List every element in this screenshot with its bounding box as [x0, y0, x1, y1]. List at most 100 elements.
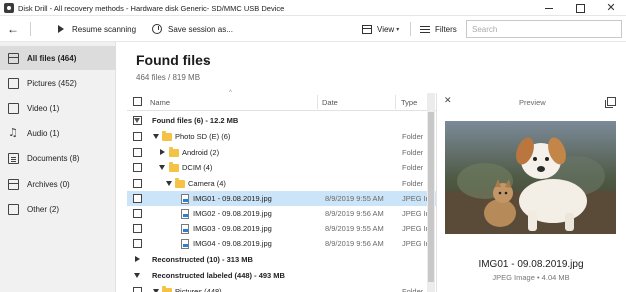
- close-window-button[interactable]: ✕: [600, 0, 622, 16]
- table-row[interactable]: IMG02 - 09.08.2019.jpg 8/9/2019 9:56 AM …: [127, 206, 436, 221]
- window-title: Disk Drill - All recovery methods - Hard…: [18, 4, 285, 13]
- table-row[interactable]: Pictures (448) Folder: [127, 284, 436, 292]
- picture-icon: [8, 77, 19, 89]
- row-name: DCIM (4): [182, 163, 213, 172]
- row-name: Camera (4): [188, 179, 226, 188]
- expand-caret-icon[interactable]: [135, 256, 140, 262]
- save-session-button[interactable]: Save session as...: [152, 16, 233, 42]
- row-checkbox[interactable]: [133, 287, 142, 292]
- row-checkbox[interactable]: [133, 163, 142, 172]
- sidebar-item-all-files[interactable]: All files (464): [0, 46, 116, 70]
- audio-icon: [8, 126, 19, 139]
- table-row[interactable]: Camera (4) Folder: [127, 176, 436, 191]
- table-row[interactable]: DCIM (4) Folder: [127, 160, 436, 175]
- toolbar-divider: [30, 22, 31, 36]
- save-session-label: Save session as...: [168, 24, 233, 34]
- row-checkbox[interactable]: [133, 239, 142, 248]
- row-type: Folder: [402, 287, 424, 292]
- row-checkbox[interactable]: [133, 224, 142, 233]
- filters-button[interactable]: Filters: [420, 16, 457, 42]
- folder-icon: [162, 131, 172, 141]
- all-files-icon: [8, 52, 19, 64]
- disk-drill-logo-icon: [4, 3, 14, 13]
- collapse-caret-icon[interactable]: [134, 273, 140, 278]
- preview-file-meta: JPEG Image • 4.04 MB: [492, 273, 570, 282]
- preview-file-name: IMG01 - 09.08.2019.jpg: [478, 259, 584, 270]
- row-checkbox[interactable]: [133, 179, 142, 188]
- row-type: JPEG Ir: [402, 209, 429, 218]
- row-name: Photo SD (E) (6): [175, 132, 231, 141]
- row-type: Folder: [402, 148, 424, 157]
- table-row[interactable]: Photo SD (E) (6) Folder: [127, 129, 436, 144]
- sidebar-item-video[interactable]: Video (1): [0, 96, 116, 120]
- table-row[interactable]: Android (2) Folder: [127, 145, 436, 160]
- sidebar-item-documents[interactable]: Documents (8): [0, 146, 116, 170]
- title-chevron-down-icon[interactable]: ⌄: [203, 56, 210, 65]
- row-date: 8/9/2019 9:55 AM: [325, 194, 384, 203]
- row-name: Android (2): [182, 148, 220, 157]
- search-box[interactable]: [466, 20, 622, 38]
- back-button[interactable]: ←: [7, 16, 19, 42]
- row-checkbox[interactable]: [133, 132, 142, 141]
- row-type: JPEG Ir: [402, 194, 429, 203]
- collapse-caret-icon[interactable]: [166, 181, 172, 186]
- other-icon: [8, 203, 19, 215]
- resume-scanning-label: Resume scanning: [72, 24, 137, 34]
- column-header-type[interactable]: Type: [401, 93, 417, 111]
- row-name: IMG03 - 09.08.2019.jpg: [193, 224, 272, 233]
- sidebar-item-pictures[interactable]: Pictures (452): [0, 71, 116, 95]
- row-type: Folder: [402, 163, 424, 172]
- row-name: IMG01 - 09.08.2019.jpg: [193, 194, 272, 203]
- table-row[interactable]: IMG03 - 09.08.2019.jpg 8/9/2019 9:55 AM …: [127, 221, 436, 236]
- column-header-name[interactable]: Name: [150, 93, 170, 111]
- row-date: 8/9/2019 9:56 AM: [325, 239, 384, 248]
- play-icon: [58, 25, 64, 33]
- table-row[interactable]: IMG04 - 09.08.2019.jpg 8/9/2019 9:56 AM …: [127, 236, 436, 251]
- toolbar-divider: [410, 22, 411, 36]
- sidebar-item-label: Video (1): [27, 103, 60, 113]
- sidebar-item-audio[interactable]: Audio (1): [0, 121, 116, 145]
- view-icon: [362, 24, 372, 34]
- folder-icon: [162, 286, 172, 292]
- table-row[interactable]: IMG01 - 09.08.2019.jpg 8/9/2019 9:55 AM …: [127, 191, 436, 206]
- select-all-checkbox[interactable]: [133, 97, 142, 106]
- sidebar-item-label: Audio (1): [27, 128, 60, 138]
- minimize-button[interactable]: [538, 0, 560, 16]
- collapse-caret-icon[interactable]: [134, 118, 140, 123]
- archive-icon: [8, 178, 19, 190]
- row-name: IMG02 - 09.08.2019.jpg: [193, 209, 272, 218]
- row-checkbox[interactable]: [133, 194, 142, 203]
- collapse-caret-icon[interactable]: [159, 165, 165, 170]
- sidebar-item-label: Documents (8): [27, 153, 80, 163]
- filter-icon: [420, 24, 430, 34]
- scrollbar-thumb[interactable]: [428, 112, 434, 282]
- search-input[interactable]: [467, 21, 621, 37]
- image-file-icon: [181, 194, 189, 204]
- row-date: 8/9/2019 9:55 AM: [325, 224, 384, 233]
- close-preview-icon[interactable]: ✕: [444, 95, 452, 106]
- copy-icon[interactable]: [605, 97, 616, 108]
- table-row-group-reconstructed[interactable]: Reconstructed (10) - 313 MB: [127, 252, 436, 267]
- row-name: Reconstructed (10) - 313 MB: [152, 255, 253, 264]
- column-divider[interactable]: [317, 95, 318, 109]
- table-row-group-reconstructed-labeled[interactable]: Reconstructed labeled (448) - 493 MB: [127, 268, 436, 283]
- row-checkbox[interactable]: [133, 209, 142, 218]
- image-file-icon: [181, 239, 189, 249]
- expand-caret-icon[interactable]: [160, 149, 165, 155]
- table-row-group-found-files[interactable]: Found files (6) - 12.2 MB: [127, 113, 436, 128]
- resume-scanning-button[interactable]: Resume scanning: [58, 16, 136, 42]
- column-divider[interactable]: [395, 95, 396, 109]
- chevron-down-icon: ▾: [396, 26, 400, 33]
- maximize-button[interactable]: [569, 0, 591, 16]
- filters-label: Filters: [435, 24, 457, 34]
- view-dropdown[interactable]: View ▾: [362, 16, 399, 42]
- column-header-date[interactable]: Date: [322, 93, 338, 111]
- collapse-caret-icon[interactable]: [153, 134, 159, 139]
- row-type: Folder: [402, 179, 424, 188]
- row-checkbox[interactable]: [133, 148, 142, 157]
- files-summary: 464 files / 819 MB: [136, 73, 201, 82]
- toolbar: ← Resume scanning Save session as... Vie…: [0, 16, 626, 42]
- sidebar-item-other[interactable]: Other (2): [0, 197, 116, 221]
- arrow-left-icon: ←: [7, 22, 19, 36]
- sidebar-item-archives[interactable]: Archives (0): [0, 172, 116, 196]
